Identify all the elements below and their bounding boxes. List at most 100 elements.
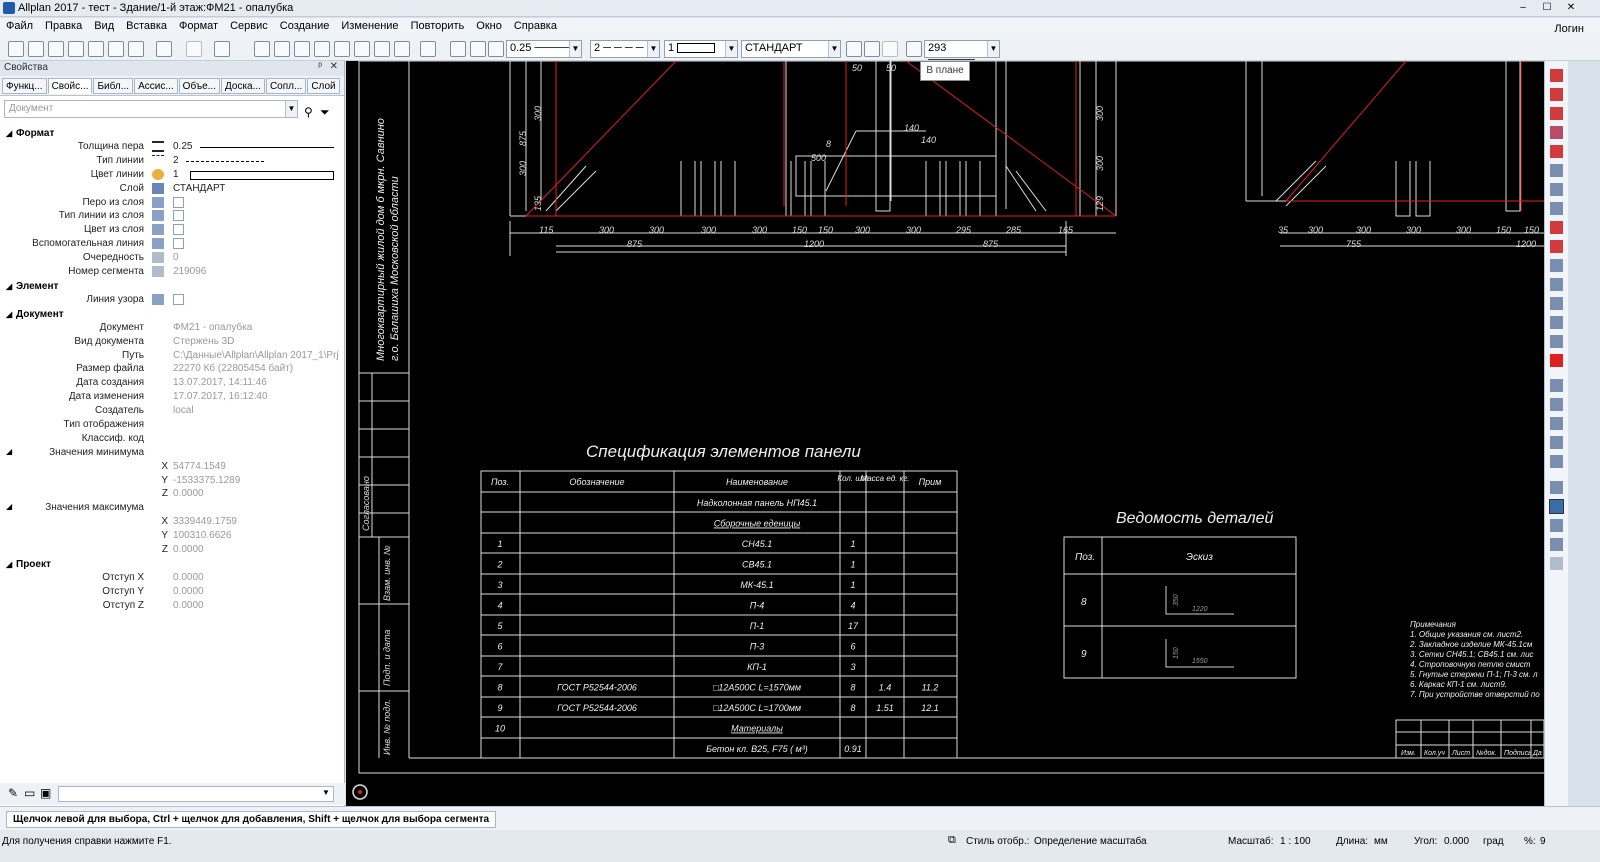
menu-format[interactable]: Формат — [173, 18, 224, 32]
tool-icon-1[interactable] — [8, 41, 24, 57]
close-window-button[interactable]: ✕ — [1560, 1, 1582, 15]
filter-icon[interactable]: ⏷ — [320, 105, 330, 120]
favorites-icon[interactable]: ▣ — [40, 786, 51, 800]
pattern-line-checkbox[interactable] — [173, 293, 184, 305]
pencil-icon[interactable]: ✎ — [8, 786, 18, 800]
3d-view-icon[interactable] — [394, 41, 410, 57]
tool-pick-icon[interactable] — [1550, 379, 1563, 392]
tool-pencil-icon[interactable] — [1550, 69, 1563, 82]
tool-array-icon[interactable] — [1550, 259, 1563, 272]
minimize-button[interactable]: – — [1512, 1, 1534, 15]
menu-create[interactable]: Создание — [274, 18, 336, 32]
pen-thickness-combo[interactable]: 0.25 ───── ▼ — [506, 40, 582, 58]
aux-line-checkbox[interactable] — [173, 238, 184, 250]
tool-extend-icon[interactable] — [1550, 240, 1563, 253]
delete-icon[interactable] — [314, 41, 330, 57]
linetype-combo[interactable]: 2 ─ ─ ─ ─ ▼ — [590, 40, 660, 58]
tool-icon-6[interactable] — [334, 41, 350, 57]
layer-combo[interactable]: СТАНДАРТ ▼ — [741, 40, 841, 58]
menu-insert[interactable]: Вставка — [120, 18, 173, 32]
search-icon[interactable]: ⚲ — [304, 105, 313, 119]
tool-select-icon[interactable] — [1550, 398, 1563, 411]
tool-filter-icon[interactable] — [1550, 417, 1563, 430]
tab-assistant[interactable]: Ассис... — [134, 78, 178, 94]
pattern-combo[interactable]: 293 ────── ▼ — [924, 40, 1000, 66]
length-unit[interactable]: мм — [1374, 836, 1388, 847]
undo-icon[interactable] — [186, 41, 202, 57]
tool-icon-8[interactable] — [374, 41, 390, 57]
tool-icon-3[interactable] — [254, 41, 270, 57]
maximize-button[interactable]: ☐ — [1536, 1, 1558, 15]
section-format[interactable]: ◢ Формат — [0, 126, 344, 140]
help-icon[interactable] — [420, 41, 436, 57]
layer-value[interactable]: СТАНДАРТ — [173, 183, 225, 194]
percent-value[interactable]: 9 — [1540, 836, 1546, 847]
tool-edit-icon[interactable] — [1550, 145, 1563, 158]
tab-layer[interactable]: Слой — [307, 78, 340, 94]
tool-icon-5[interactable] — [294, 41, 310, 57]
favorites-input[interactable] — [58, 786, 334, 802]
tool-funnel2-icon[interactable] — [1550, 557, 1563, 570]
layer-icon-1[interactable] — [846, 41, 862, 57]
section-project[interactable]: ◢ Проект — [0, 557, 344, 571]
pin-icon[interactable]: ᵖ — [318, 61, 322, 72]
line-color-combo[interactable]: 1 ▼ — [664, 40, 738, 58]
menu-file[interactable]: Файл — [0, 18, 39, 32]
linetype-value[interactable]: 2 — [173, 155, 179, 166]
tab-objects[interactable]: Объе... — [178, 78, 220, 94]
login-button[interactable]: Логин — [1548, 21, 1590, 35]
tool-delete-icon[interactable] — [1550, 354, 1563, 367]
max-expander[interactable]: ◢ — [6, 502, 12, 511]
angle-value[interactable]: 0.000 — [1444, 836, 1469, 847]
menu-service[interactable]: Сервис — [224, 18, 274, 32]
tool-window-icon[interactable] — [1550, 335, 1563, 348]
display-style-icon[interactable]: ⧉ — [948, 834, 956, 847]
folder-icon[interactable]: ▭ — [24, 786, 35, 800]
preview-icon[interactable] — [128, 41, 144, 57]
tool-icon-7[interactable] — [354, 41, 370, 57]
panel-close-button[interactable]: ✕ — [330, 61, 338, 72]
tool-icon-4[interactable] — [274, 41, 290, 57]
menu-repeat[interactable]: Повторить — [405, 18, 471, 32]
tool-move-icon[interactable] — [1550, 202, 1563, 215]
tool-offset-icon[interactable] — [1550, 278, 1563, 291]
tool-filter3-icon[interactable] — [1550, 455, 1563, 468]
menu-help[interactable]: Справка — [508, 18, 563, 32]
document-selector[interactable]: Документ ▼ — [4, 100, 298, 118]
menu-view[interactable]: Вид — [88, 18, 120, 32]
tool-group-icon[interactable] — [1550, 316, 1563, 329]
new-file-icon[interactable] — [48, 41, 64, 57]
tool-list-icon[interactable] — [1550, 481, 1563, 494]
tool-layers-icon[interactable] — [1550, 297, 1563, 310]
tool-dimension-icon[interactable] — [1550, 126, 1563, 139]
redo-icon[interactable] — [214, 41, 230, 57]
tool-copy-icon[interactable] — [1550, 183, 1563, 196]
tab-connect[interactable]: Сопл... — [265, 78, 307, 94]
tab-library[interactable]: Библ... — [93, 78, 134, 94]
menu-window[interactable]: Окно — [470, 18, 508, 32]
offset-z-value[interactable]: 0.0000 — [173, 600, 204, 611]
menu-modify[interactable]: Изменение — [335, 18, 404, 32]
style-value[interactable]: Определение масштаба — [1034, 836, 1147, 847]
tool-filter2-icon[interactable] — [1550, 436, 1563, 449]
pen-icon[interactable] — [470, 41, 486, 57]
min-expander[interactable]: ◢ — [6, 447, 12, 456]
offset-y-value[interactable]: 0.0000 — [173, 586, 204, 597]
menu-edit[interactable]: Правка — [39, 18, 88, 32]
section-document[interactable]: ◢ Документ — [0, 307, 344, 321]
tab-properties[interactable]: Свойс... — [47, 78, 93, 94]
pen-value[interactable]: 0.25 — [173, 141, 192, 152]
clipboard-icon[interactable] — [156, 41, 172, 57]
tool-trim-icon[interactable] — [1550, 221, 1563, 234]
save-icon[interactable] — [88, 41, 104, 57]
tool-polyline-icon[interactable] — [1550, 107, 1563, 120]
col-from-layer-checkbox[interactable] — [173, 224, 184, 236]
lt-from-layer-checkbox[interactable] — [173, 210, 184, 222]
scale-value[interactable]: 1 : 100 — [1280, 836, 1311, 847]
tab-board[interactable]: Доска... — [221, 78, 265, 94]
layer-icon-2[interactable] — [864, 41, 880, 57]
offset-x-value[interactable]: 0.0000 — [173, 572, 204, 583]
format-painter-icon[interactable] — [450, 41, 466, 57]
tool-line-icon[interactable] — [1550, 88, 1563, 101]
section-element[interactable]: ◢ Элемент — [0, 279, 344, 293]
